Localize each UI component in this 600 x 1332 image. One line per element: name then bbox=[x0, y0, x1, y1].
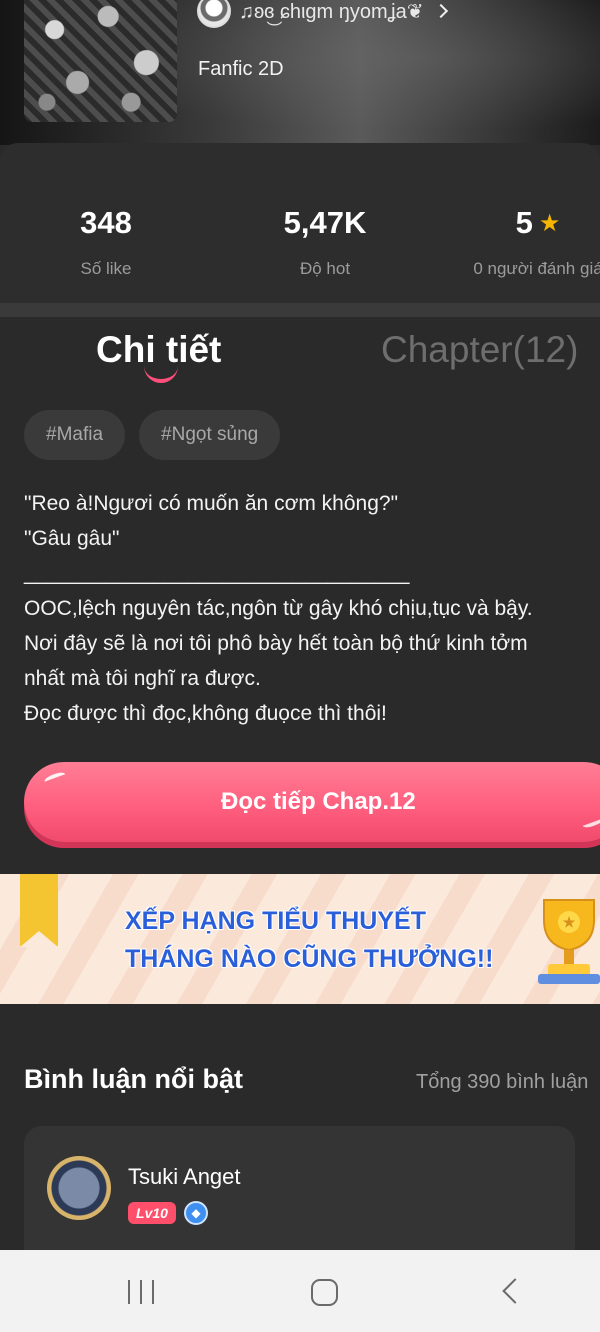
author-row[interactable]: ♫ʚɞ͜ ɕhιgm ŋyomʝa❦ bbox=[197, 0, 448, 28]
cover-image[interactable] bbox=[24, 0, 177, 122]
author-avatar[interactable] bbox=[197, 0, 231, 28]
description-line: nhất mà tôi nghĩ ra được. bbox=[24, 667, 261, 690]
hot-value: 5,47K bbox=[283, 205, 367, 240]
featured-comments-title: Bình luận nổi bật bbox=[24, 1064, 243, 1094]
active-tab-indicator bbox=[144, 365, 178, 383]
comment-card[interactable]: Tsuki Anget Lv10 ◆ bbox=[24, 1126, 575, 1266]
stat-likes: 348 Số like bbox=[56, 205, 156, 279]
commenter-avatar[interactable] bbox=[47, 1156, 111, 1220]
novel-header: ♫ʚɞ͜ ɕhιgm ŋyomʝa❦ Fanfic 2D bbox=[0, 0, 600, 145]
button-gloss bbox=[581, 814, 600, 830]
banner-line: THÁNG NÀO CŨNG THƯỞNG!! bbox=[125, 945, 494, 973]
stats-panel: 348 Số like 5,47K Độ hot 5 ★ 0 người đánh… bbox=[0, 143, 600, 303]
category-label: Fanfic 2D bbox=[198, 58, 284, 80]
continue-reading-button[interactable]: Đọc tiếp Chap.12 bbox=[24, 762, 600, 842]
tab-chapters[interactable]: Chapter(12) bbox=[381, 329, 578, 371]
description-line: Đọc được thì đọc,không đuọce thì thôi! bbox=[24, 702, 387, 725]
hot-label: Độ hot bbox=[299, 259, 351, 278]
tag-chip[interactable]: #Ngọt sủng bbox=[139, 410, 281, 460]
detail-section: Chi tiết Chapter(12) #Mafia #Ngọt sủng "… bbox=[0, 317, 600, 873]
system-navigation-bar bbox=[0, 1250, 600, 1332]
stat-hot: 5,47K Độ hot bbox=[265, 205, 385, 279]
button-gloss bbox=[43, 770, 67, 786]
chevron-right-icon[interactable] bbox=[433, 3, 448, 19]
description-line: "Gâu gâu" bbox=[24, 527, 120, 550]
section-divider bbox=[0, 303, 600, 317]
description-line: Nơi đây sẽ là nơi tôi phô bày hết toàn b… bbox=[24, 632, 528, 655]
likes-value: 348 bbox=[80, 205, 132, 240]
bookmark-ribbon-icon bbox=[20, 874, 58, 947]
description-line: "Reo à!Ngươi có muốn ăn cơm không?" bbox=[24, 492, 399, 515]
description-line: _________________________________ bbox=[24, 562, 410, 585]
comments-total-link[interactable]: Tổng 390 bình luận bbox=[416, 1071, 588, 1094]
banner-text: XẾP HẠNG TIỂU THUYẾT THÁNG NÀO CŨNG THƯỞ… bbox=[125, 902, 493, 978]
rating-label: 0 người đánh giá bbox=[473, 259, 600, 278]
author-name[interactable]: ♫ʚɞ͜ ɕhιgm ŋyomʝa❦ bbox=[239, 0, 424, 24]
tag-chip[interactable]: #Mafia bbox=[24, 410, 126, 460]
recent-apps-icon[interactable] bbox=[128, 1280, 154, 1304]
star-icon: ★ bbox=[538, 209, 561, 237]
continue-reading-label: Đọc tiếp Chap.12 bbox=[221, 788, 416, 815]
likes-label: Số like bbox=[80, 259, 132, 278]
tag-list: #Mafia #Ngọt sủng bbox=[24, 410, 281, 460]
novel-description: "Reo à!Ngươi có muốn ăn cơm không?" "Gâu… bbox=[24, 486, 594, 731]
stat-rating[interactable]: 5 ★ 0 người đánh giá bbox=[468, 205, 600, 279]
level-badge: Lv10 bbox=[128, 1202, 176, 1224]
trophy-icon: ★ bbox=[538, 899, 600, 984]
ranking-banner[interactable]: XẾP HẠNG TIỂU THUYẾT THÁNG NÀO CŨNG THƯỞ… bbox=[0, 874, 600, 1004]
description-line: OOC,lệch nguyên tác,ngôn từ gây khó chịu… bbox=[24, 597, 533, 620]
svg-text:★: ★ bbox=[563, 914, 576, 930]
back-icon[interactable] bbox=[502, 1278, 528, 1304]
verified-icon: ◆ bbox=[184, 1201, 208, 1225]
rating-value: 5 bbox=[515, 205, 533, 240]
home-icon[interactable] bbox=[311, 1279, 338, 1306]
commenter-name[interactable]: Tsuki Anget bbox=[128, 1164, 241, 1190]
banner-line: XẾP HẠNG TIỂU THUYẾT bbox=[125, 907, 426, 935]
